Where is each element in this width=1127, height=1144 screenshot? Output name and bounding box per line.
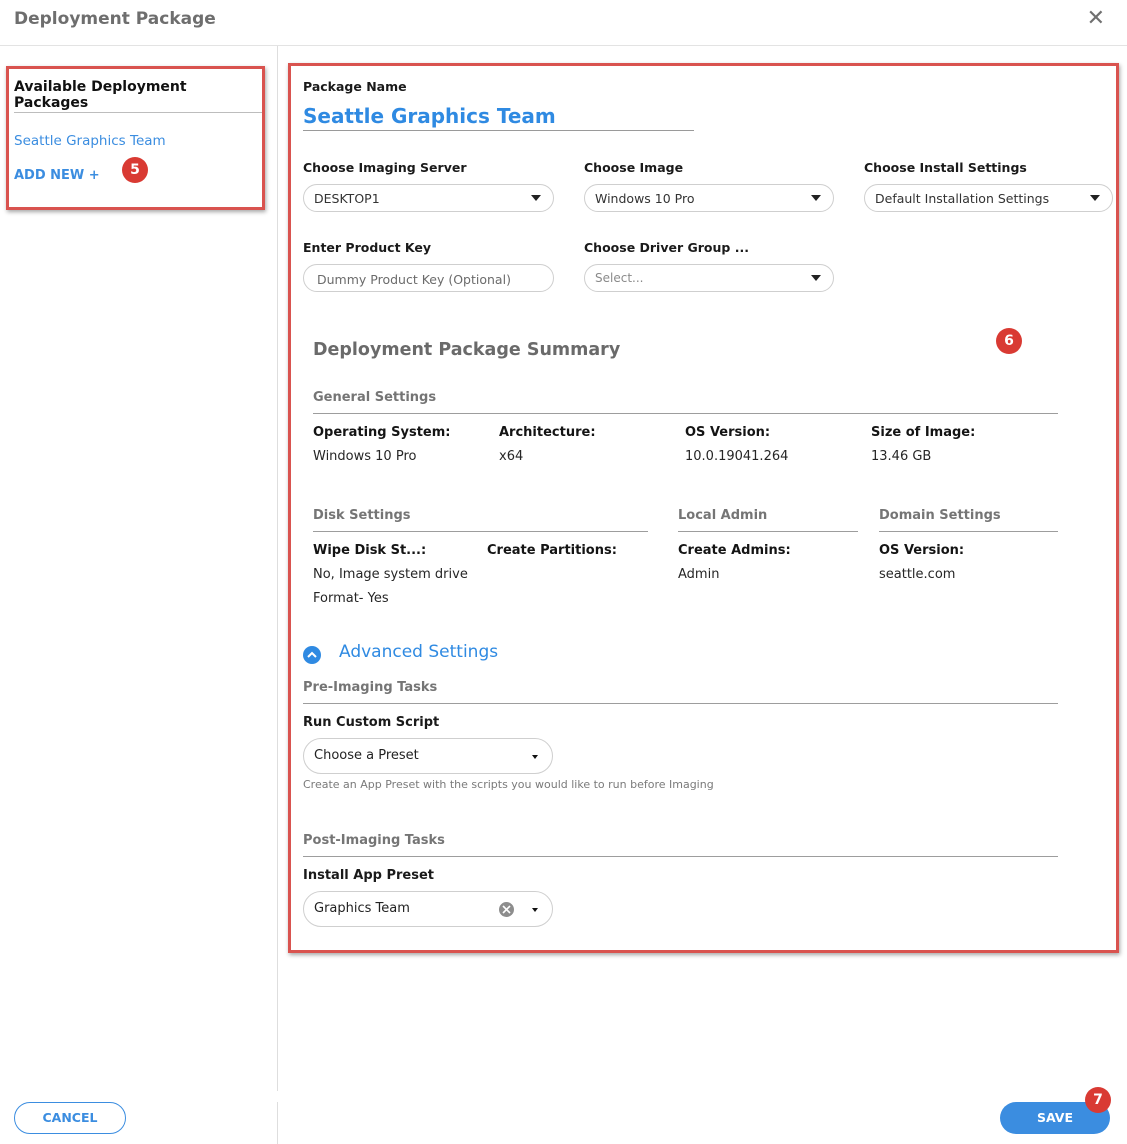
package-name-label: Package Name xyxy=(303,79,407,94)
advanced-settings-toggle[interactable]: Advanced Settings xyxy=(339,642,498,662)
architecture-value: x64 xyxy=(499,449,524,464)
package-name-field[interactable]: Seattle Graphics Team xyxy=(303,104,556,128)
divider xyxy=(303,856,1058,857)
summary-title: Deployment Package Summary xyxy=(313,340,621,360)
wipe-disk-key: Wipe Disk St...: xyxy=(313,543,427,558)
packages-list-panel: Available Deployment Packages Seattle Gr… xyxy=(6,66,265,210)
install-preset-select[interactable]: Graphics Team xyxy=(303,891,553,927)
divider xyxy=(313,413,1058,414)
architecture-key: Architecture: xyxy=(499,425,596,440)
chevron-down-icon xyxy=(1090,195,1100,201)
domain-value: seattle.com xyxy=(879,567,956,582)
create-admins-key: Create Admins: xyxy=(678,543,791,558)
chevron-down-icon xyxy=(811,195,821,201)
disk-settings-title: Disk Settings xyxy=(313,508,411,523)
column-divider xyxy=(277,46,278,1091)
divider xyxy=(14,112,262,113)
local-admin-title: Local Admin xyxy=(678,508,768,523)
add-new-package-link[interactable]: ADD NEW + xyxy=(14,168,100,183)
driver-group-placeholder: Select... xyxy=(595,271,644,285)
domain-settings-title: Domain Settings xyxy=(879,508,1001,523)
driver-group-select[interactable]: Select... xyxy=(584,264,834,292)
close-icon[interactable]: ✕ xyxy=(1087,6,1105,31)
divider xyxy=(313,531,648,532)
domain-os-version-key: OS Version: xyxy=(879,543,965,558)
annotation-badge-5: 5 xyxy=(122,157,148,183)
annotation-badge-7: 7 xyxy=(1085,1087,1111,1113)
run-script-value: Choose a Preset xyxy=(314,748,419,763)
imaging-server-select[interactable]: DESKTOP1 xyxy=(303,184,554,212)
run-script-label: Run Custom Script xyxy=(303,715,440,730)
chevron-up-icon[interactable] xyxy=(303,646,321,664)
chevron-down-icon xyxy=(532,755,538,759)
clear-icon[interactable] xyxy=(499,902,514,917)
install-settings-select[interactable]: Default Installation Settings xyxy=(864,184,1113,212)
divider xyxy=(879,531,1058,532)
image-size-key: Size of Image: xyxy=(871,425,976,440)
operating-system-key: Operating System: xyxy=(313,425,451,440)
imaging-server-label: Choose Imaging Server xyxy=(303,160,467,175)
annotation-badge-6: 6 xyxy=(996,328,1022,354)
packages-list-title: Available Deployment Packages xyxy=(14,79,187,111)
image-select[interactable]: Windows 10 Pro xyxy=(584,184,834,212)
product-key-placeholder: Dummy Product Key (Optional) xyxy=(317,272,511,287)
divider xyxy=(678,531,858,532)
wipe-disk-value-line1: No, Image system drive xyxy=(313,567,468,582)
chevron-down-icon xyxy=(531,195,541,201)
product-key-label: Enter Product Key xyxy=(303,240,431,255)
os-version-value: 10.0.19041.264 xyxy=(685,449,789,464)
product-key-input[interactable]: Dummy Product Key (Optional) xyxy=(303,264,554,292)
post-imaging-title: Post-Imaging Tasks xyxy=(303,833,445,848)
install-settings-label: Choose Install Settings xyxy=(864,160,1027,175)
run-script-select[interactable]: Choose a Preset xyxy=(303,738,553,774)
image-value: Windows 10 Pro xyxy=(595,191,695,206)
os-version-key: OS Version: xyxy=(685,425,771,440)
general-settings-title: General Settings xyxy=(313,390,437,405)
footer-divider xyxy=(277,1102,278,1144)
create-admins-value: Admin xyxy=(678,567,720,582)
dialog-title: Deployment Package xyxy=(14,9,216,29)
install-settings-value: Default Installation Settings xyxy=(875,191,1050,206)
operating-system-value: Windows 10 Pro xyxy=(313,449,417,464)
cancel-button[interactable]: CANCEL xyxy=(14,1102,126,1134)
driver-group-label: Choose Driver Group ... xyxy=(584,240,749,255)
package-name-underline xyxy=(303,130,694,131)
imaging-server-value: DESKTOP1 xyxy=(314,191,380,206)
image-size-value: 13.46 GB xyxy=(871,449,932,464)
create-partitions-key: Create Partitions: xyxy=(487,543,617,558)
chevron-down-icon xyxy=(811,275,821,281)
run-script-help: Create an App Preset with the scripts yo… xyxy=(303,778,714,791)
install-preset-value: Graphics Team xyxy=(314,901,410,916)
chevron-down-icon xyxy=(532,908,538,912)
package-item-seattle-graphics-team[interactable]: Seattle Graphics Team xyxy=(14,133,166,149)
image-label: Choose Image xyxy=(584,160,684,175)
wipe-disk-value-line2: Format- Yes xyxy=(313,591,389,606)
install-preset-label: Install App Preset xyxy=(303,868,434,883)
dialog-header: Deployment Package ✕ xyxy=(0,0,1127,46)
divider xyxy=(303,703,1058,704)
pre-imaging-title: Pre-Imaging Tasks xyxy=(303,680,438,695)
